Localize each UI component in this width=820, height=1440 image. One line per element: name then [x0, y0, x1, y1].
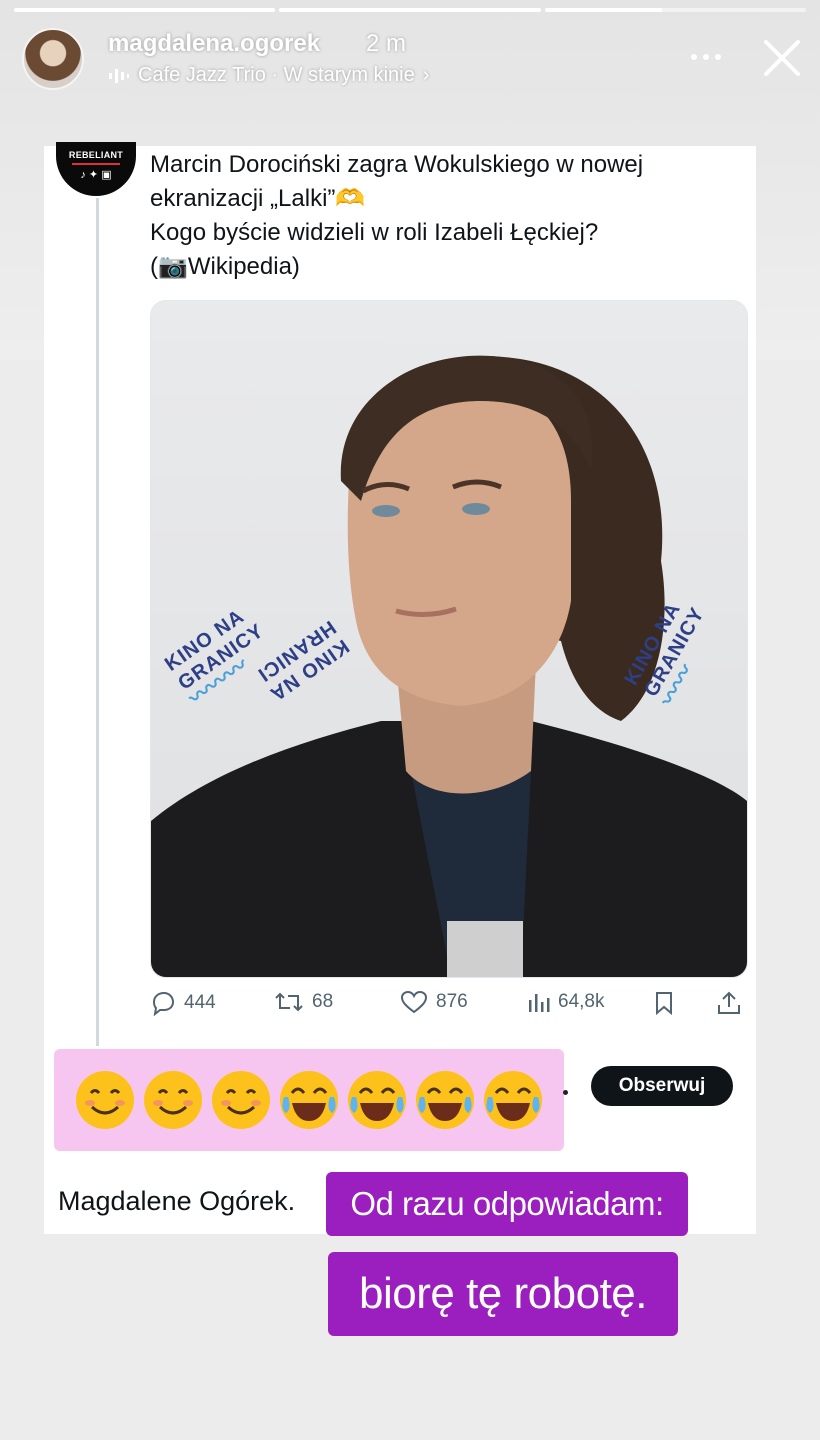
- views-action[interactable]: 64,8k: [526, 990, 604, 1014]
- retweet-icon: [275, 992, 303, 1012]
- smiling-face-icon: [76, 1071, 134, 1129]
- audio-bars-icon: [109, 68, 129, 83]
- separator-dot: [563, 1090, 568, 1095]
- smiling-face-icon: [212, 1071, 270, 1129]
- progress-segment: [544, 8, 806, 12]
- views-count: 64,8k: [558, 991, 605, 1012]
- tears-of-joy-icon: [416, 1071, 474, 1129]
- brand-underline: [72, 163, 120, 165]
- story-header: magdalena.ogorek 2 m Cafe Jazz Trio · W …: [22, 26, 812, 96]
- text-sticker-line1: Od razu odpowiadam:: [326, 1172, 688, 1236]
- tears-of-joy-icon: [280, 1071, 338, 1129]
- progress-segment: [279, 8, 541, 12]
- progress-segment: [14, 8, 276, 12]
- retweet-action[interactable]: 68: [274, 990, 333, 1014]
- share-icon[interactable]: [716, 990, 742, 1016]
- story-progress-bar: [14, 8, 806, 12]
- retweet-count: 68: [312, 991, 334, 1012]
- chevron-right-icon: ›: [422, 64, 430, 86]
- brand-logo: REBELIANT: [68, 150, 124, 160]
- reply-icon: [152, 991, 175, 1016]
- thread-line: [96, 198, 99, 1046]
- social-icons: ♪ ✦ ▣: [80, 169, 112, 181]
- like-action[interactable]: 876: [400, 990, 468, 1014]
- tweet-line: ekranizacji „Lalki”🫶: [150, 185, 366, 212]
- like-count: 876: [436, 991, 468, 1012]
- music-label: Cafe Jazz Trio · W starym kinie: [138, 64, 415, 86]
- heart-icon: [400, 990, 428, 1014]
- tweet-photo: KINO NA GRANICY 〰〰〰 HRANICI KINO NA KINO…: [150, 300, 748, 978]
- views-chart-icon: [529, 994, 550, 1012]
- progress-fill: [544, 8, 663, 12]
- timestamp: 2 m: [366, 30, 407, 57]
- reply-count: 444: [184, 992, 216, 1013]
- progress-fill: [14, 8, 276, 12]
- text-sticker-line2: biorę tę robotę.: [328, 1252, 678, 1336]
- follow-button[interactable]: Obserwuj: [591, 1066, 733, 1106]
- tweet-actions: 444 68 876 64,8k: [150, 990, 746, 1024]
- reply-action[interactable]: 444: [150, 990, 216, 1016]
- username[interactable]: magdalena.ogorek: [108, 30, 320, 58]
- emoji-sticker: [54, 1049, 564, 1151]
- tweet-text: Marcin Dorociński zagra Wokulskiego w no…: [150, 148, 730, 284]
- comment-author-text: Magdalene Ogórek.: [58, 1186, 296, 1216]
- tears-of-joy-icon: [484, 1071, 542, 1129]
- more-options-icon[interactable]: [686, 42, 726, 72]
- tweet-avatar: REBELIANT ♪ ✦ ▣: [56, 142, 136, 196]
- music-attribution[interactable]: Cafe Jazz Trio · W starym kinie ›: [108, 64, 429, 87]
- tears-of-joy-icon: [348, 1071, 406, 1129]
- smiling-face-icon: [144, 1071, 202, 1129]
- tweet-line: Kogo byście widzieli w roli Izabeli Łęck…: [150, 219, 599, 246]
- close-icon[interactable]: [760, 36, 804, 80]
- tweet-line: Marcin Dorociński zagra Wokulskiego w no…: [150, 151, 644, 178]
- avatar[interactable]: [22, 28, 84, 90]
- bookmark-icon[interactable]: [652, 990, 676, 1016]
- progress-fill: [279, 8, 541, 12]
- tweet-line: (📷Wikipedia): [150, 253, 300, 280]
